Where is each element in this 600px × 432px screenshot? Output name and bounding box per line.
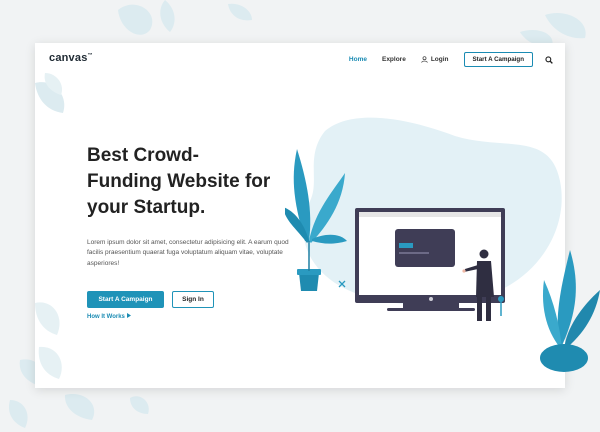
window-leaf-decoration [35, 73, 65, 113]
person-at-monitor-illustration [285, 117, 562, 321]
hero-title-line-1: Best Crowd- [87, 145, 199, 166]
overlay-leaf-right [540, 250, 600, 372]
user-icon [421, 56, 428, 63]
nav-item-home[interactable]: Home [349, 56, 367, 63]
window-leaf-decoration-bottom [35, 302, 62, 379]
caret-right-icon [126, 313, 131, 318]
hero-description: Lorem ipsum dolor sit amet, consectetur … [87, 239, 289, 267]
sign-in-button[interactable]: Sign In [172, 291, 214, 308]
main-nav: Home Explore Login Start A Campaign [349, 51, 553, 68]
logo[interactable]: canvas™ [49, 52, 93, 64]
logo-trademark: ™ [87, 52, 93, 59]
start-campaign-button[interactable]: Start A Campaign [87, 291, 164, 308]
site-header: canvas™ Home Explore Login Start A Campa… [35, 43, 565, 77]
hero-buttons: Start A Campaign Sign In [87, 291, 214, 308]
login-label: Login [430, 56, 449, 63]
nav-item-explore[interactable]: Explore [382, 56, 406, 63]
login-link[interactable]: Login [421, 56, 449, 63]
hero-title-line-3: your Startup. [87, 196, 206, 218]
hero-title: Best Crowd- Funding Website for your Sta… [87, 143, 317, 220]
start-campaign-nav-button[interactable]: Start A Campaign [463, 52, 533, 67]
search-icon[interactable] [545, 55, 553, 64]
hero-title-line-2: Funding Website for [87, 170, 271, 192]
logo-text: canvas [49, 52, 88, 64]
browser-window: canvas™ Home Explore Login Start A Campa… [35, 43, 565, 388]
